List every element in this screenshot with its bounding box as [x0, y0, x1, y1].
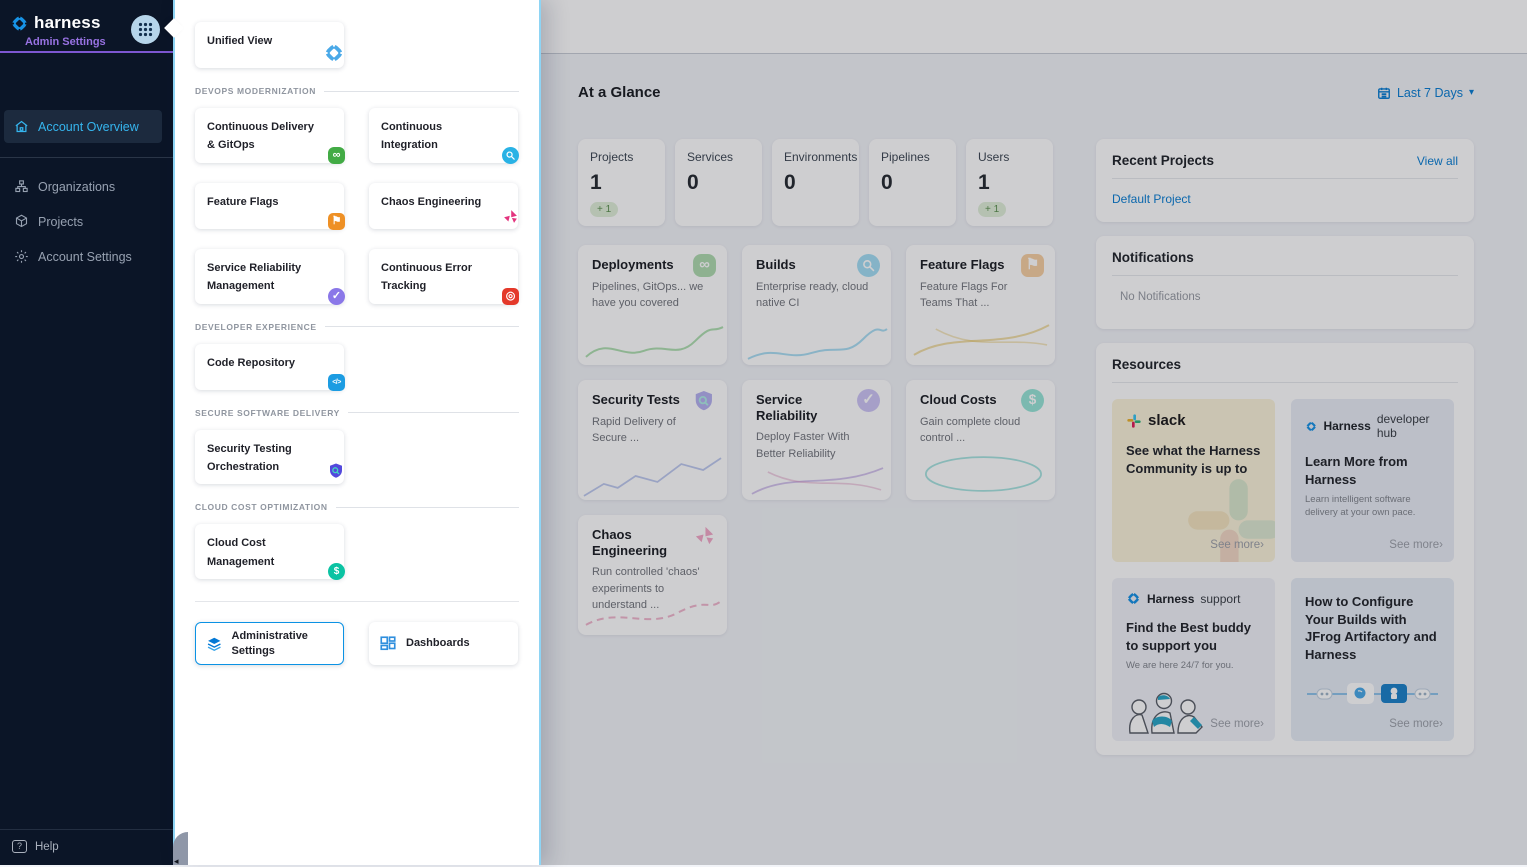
flyout-item-label: Chaos Engineering	[381, 196, 481, 208]
flyout-item-label: Dashboards	[406, 636, 470, 651]
help-label: Help	[35, 841, 59, 853]
sidebar-item-account-overview[interactable]: Account Overview	[4, 110, 162, 143]
cd-gitops-icon: ∞	[328, 147, 345, 164]
flyout-item-label: Security Testing Orchestration	[207, 443, 292, 473]
cloud-cost-icon: $	[328, 563, 345, 580]
flyout-item-label: Continuous Error Tracking	[381, 262, 472, 292]
sidebar-item-label: Account Overview	[38, 120, 139, 134]
chaos-engineering-icon	[502, 208, 519, 225]
error-tracking-icon: ◎	[502, 288, 519, 305]
org-hierarchy-icon	[14, 179, 29, 194]
flyout-item-error-tracking[interactable]: Continuous Error Tracking ◎	[369, 249, 518, 304]
flyout-item-label: Continuous Integration	[381, 121, 442, 151]
harness-logo-icon	[10, 14, 29, 33]
flyout-item-continuous-integration[interactable]: Continuous Integration	[369, 108, 518, 163]
flyout-item-cd-gitops[interactable]: Continuous Delivery & GitOps ∞	[195, 108, 344, 163]
flyout-item-label: Service Reliability Management	[207, 262, 301, 292]
flyout-item-code-repository[interactable]: Code Repository </>	[195, 344, 344, 390]
collapse-left-icon: ◂	[174, 856, 179, 867]
divider	[0, 157, 173, 158]
section-secure-software-delivery: SECURE SOFTWARE DELIVERY	[195, 408, 519, 418]
sidebar: harness Admin Settings Account Overview …	[0, 0, 173, 865]
flyout-item-dashboards[interactable]: Dashboards	[369, 622, 518, 665]
module-switcher-popover: Unified View DEVOPS MODERNIZATION Contin…	[173, 0, 541, 865]
gear-icon	[14, 249, 29, 264]
section-devops-modernization: DEVOPS MODERNIZATION	[195, 86, 519, 96]
flyout-item-label: Cloud Cost Management	[207, 537, 274, 567]
flyout-item-administrative-settings[interactable]: Administrative Settings	[195, 622, 344, 665]
flyout-item-feature-flags[interactable]: Feature Flags ⚑	[195, 183, 344, 229]
continuous-integration-icon	[502, 147, 519, 164]
layers-icon	[206, 634, 223, 654]
flyout-item-chaos-engineering[interactable]: Chaos Engineering	[369, 183, 518, 229]
sidebar-item-label: Organizations	[38, 180, 115, 194]
section-cloud-cost-optimization: CLOUD COST OPTIMIZATION	[195, 502, 519, 512]
flyout-item-label: Code Repository	[207, 357, 295, 369]
security-testing-icon	[327, 462, 345, 480]
flyout-item-label: Unified View	[207, 35, 272, 47]
code-repository-icon: </>	[328, 374, 345, 391]
section-developer-experience: DEVELOPER EXPERIENCE	[195, 322, 519, 332]
flyout-item-service-reliability[interactable]: Service Reliability Management ✓	[195, 249, 344, 304]
service-reliability-icon: ✓	[328, 288, 345, 305]
home-icon	[14, 119, 29, 134]
feature-flags-icon: ⚑	[328, 213, 345, 230]
panel-collapse-handle[interactable]: ◂	[173, 832, 188, 865]
help-icon: ?	[12, 840, 27, 853]
grid-icon	[138, 22, 153, 37]
dashboards-icon	[379, 635, 397, 653]
harness-unified-icon	[323, 42, 345, 64]
flyout-item-unified-view[interactable]: Unified View	[195, 22, 344, 68]
module-switcher-button[interactable]	[131, 15, 160, 44]
cube-icon	[14, 214, 29, 229]
sidebar-item-label: Account Settings	[38, 250, 132, 264]
flyout-item-label: Administrative Settings	[232, 629, 333, 659]
sidebar-item-organizations[interactable]: Organizations	[4, 170, 162, 203]
flyout-item-cloud-cost-management[interactable]: Cloud Cost Management $	[195, 524, 344, 579]
flyout-item-security-testing[interactable]: Security Testing Orchestration	[195, 430, 344, 485]
flyout-item-label: Continuous Delivery & GitOps	[207, 121, 314, 151]
sidebar-item-projects[interactable]: Projects	[4, 205, 162, 238]
sidebar-item-account-settings[interactable]: Account Settings	[4, 240, 162, 273]
sidebar-item-label: Projects	[38, 215, 83, 229]
help-button[interactable]: ? Help	[0, 829, 173, 865]
divider	[0, 51, 173, 53]
brand-name: harness	[34, 13, 101, 33]
flyout-item-label: Feature Flags	[207, 196, 279, 208]
